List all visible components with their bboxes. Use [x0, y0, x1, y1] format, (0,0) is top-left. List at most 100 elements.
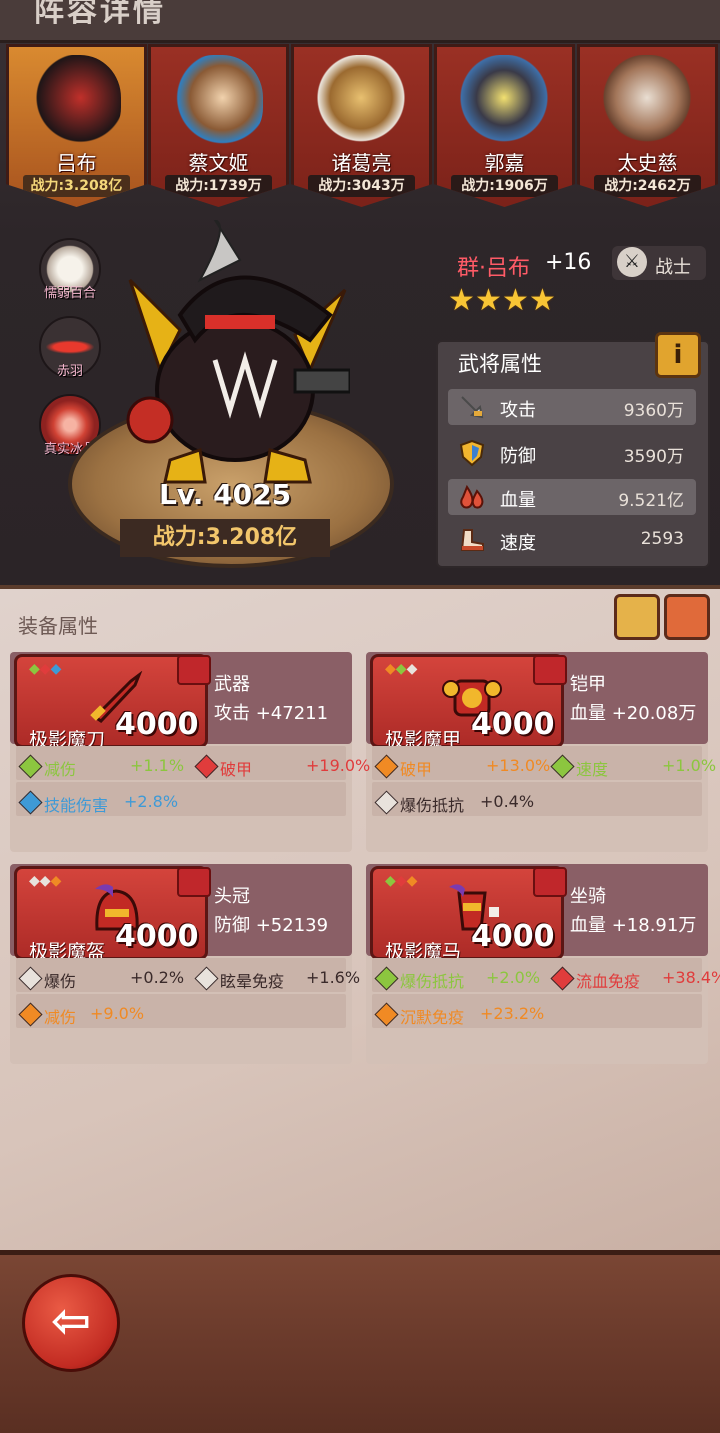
substat-label: 速度: [576, 760, 609, 779]
gem-slots: ◆◆◆: [385, 873, 418, 889]
gem-slots: ◆◆◆: [29, 661, 62, 677]
hero-tab-power: 战力:2462万: [594, 175, 701, 197]
hero-tab-lvbu[interactable]: 吕布 战力:3.208亿: [6, 44, 147, 207]
substat-label: 眩晕免疫: [220, 972, 285, 991]
equipment-level: 4000: [471, 919, 555, 954]
hero-portrait: [173, 55, 263, 150]
substat-value: +19.0%: [306, 756, 371, 775]
hero-tab-zhugeliang[interactable]: 诸葛亮 战力:3043万: [291, 44, 432, 207]
stat-value: 3590万: [623, 447, 684, 467]
stat-name: 血量: [500, 490, 536, 511]
equipment-slot: 武器: [214, 674, 250, 695]
substat-value: +0.2%: [130, 968, 185, 987]
stat-row-speed: 速度 2593: [448, 522, 696, 558]
hero-tab-taishici[interactable]: 太史慈 战力:2462万: [577, 44, 718, 207]
hero-power: 战力:3.208亿: [120, 519, 330, 557]
hero-tab-name: 吕布: [56, 151, 97, 175]
substat-label: 破甲: [220, 760, 253, 779]
hero-tab-name: 郭嘉: [484, 151, 525, 175]
gem-slots: ◆◆◆: [29, 873, 62, 889]
stat-name: 速度: [500, 533, 536, 554]
skill-label: 懦弱百合: [43, 286, 96, 301]
stat-name: 防御: [500, 446, 536, 467]
equipment-main-stat: 攻击 +47211: [214, 703, 329, 724]
substat-value: +2.8%: [124, 792, 179, 811]
hero-tab-power: 战力:1739万: [165, 175, 272, 197]
equipment-main-stat: 血量 +18.91万: [570, 915, 697, 936]
substat-label: 爆伤抵抗: [400, 796, 465, 815]
hero-portrait: [31, 55, 121, 150]
info-button[interactable]: i: [655, 332, 701, 378]
stat-row-attack: 攻击 9360万: [448, 389, 696, 425]
star-icon: ★: [475, 283, 502, 318]
star-icon: ★: [502, 283, 529, 318]
skill-label: 赤羽: [56, 364, 83, 379]
hero-tab-name: 蔡文姬: [188, 151, 249, 175]
boot-icon: [460, 529, 484, 551]
chest-icon: [177, 655, 211, 685]
equipment-tile: ◆◆◆ 极影魔刀 4000: [14, 654, 211, 751]
hero-tab-caiwenji[interactable]: 蔡文姬 战力:1739万: [148, 44, 289, 207]
hero-tab-name: 诸葛亮: [331, 151, 392, 175]
hero-upgrade-level: +16: [545, 250, 592, 275]
equipment-tile: ◆◆◆ 极影魔马 4000: [370, 866, 567, 963]
equipment-title: 装备属性: [18, 614, 98, 638]
stat-row-hp: 血量 9.521亿: [448, 479, 696, 515]
stat-value: 9.521亿: [618, 491, 684, 511]
hero-tab-name: 太史慈: [617, 151, 678, 175]
skill-red-feather[interactable]: 赤羽: [38, 316, 102, 379]
substat-label: 爆伤: [44, 972, 77, 991]
preview-eye-button[interactable]: [664, 594, 710, 640]
star-icon: ★: [448, 283, 475, 318]
hero-model[interactable]: [120, 220, 350, 490]
stat-name: 攻击: [500, 400, 536, 421]
equipment-tile: ◆◆◆ 极影魔盔 4000: [14, 866, 211, 963]
stat-value: 9360万: [623, 401, 684, 421]
gem-slots: ◆◆◆: [385, 661, 418, 677]
shield-icon: [459, 439, 485, 467]
hero-portrait: [602, 55, 692, 150]
substat-value: +1.1%: [130, 756, 185, 775]
hero-portrait: [459, 55, 549, 150]
substat-value: +1.0%: [662, 756, 717, 775]
stats-title: 武将属性: [458, 352, 542, 376]
sword-icon: [461, 396, 484, 419]
equipment-main-stat: 血量 +20.08万: [570, 703, 697, 724]
hero-portrait: [316, 55, 406, 150]
substat-label: 减伤: [44, 1008, 77, 1027]
equipment-tile: ◆◆◆ 极影魔甲 4000: [370, 654, 567, 751]
equipment-slot: 铠甲: [570, 674, 606, 695]
page-title: 阵容详情: [34, 0, 166, 29]
hero-tab-power: 战力:1906万: [451, 175, 558, 197]
substat-label: 流血免疫: [576, 972, 641, 991]
hero-name: 群·吕布: [457, 256, 530, 281]
substat-label: 沉默免疫: [400, 1008, 465, 1027]
substat-value: +9.0%: [90, 1004, 145, 1023]
substat-label: 爆伤抵抗: [400, 972, 465, 991]
equipment-level: 4000: [471, 707, 555, 742]
substat-value: +38.4%: [662, 968, 720, 987]
warrior-icon: ⚔: [617, 247, 647, 277]
back-button[interactable]: ⇦: [22, 1274, 120, 1372]
substat-value: +1.6%: [306, 968, 361, 987]
chest-icon: [533, 655, 567, 685]
hero-tab-guojia[interactable]: 郭嘉 战力:1906万: [434, 44, 575, 207]
equipment-main-stat: 防御 +52139: [214, 915, 329, 936]
skill-cowardly-lily[interactable]: 懦弱百合: [38, 238, 102, 301]
hero-class-label: 战士: [655, 257, 691, 278]
substat-label: 减伤: [44, 760, 77, 779]
substat-label: 破甲: [400, 760, 433, 779]
chest-icon: [177, 867, 211, 897]
star-icon: ★: [529, 283, 556, 318]
chest-icon: [533, 867, 567, 897]
equipment-level: 4000: [115, 707, 199, 742]
appearance-button[interactable]: [614, 594, 660, 640]
substat-value: +0.4%: [480, 792, 535, 811]
equipment-level: 4000: [115, 919, 199, 954]
substat-value: +2.0%: [486, 968, 541, 987]
hero-tab-power: 战力:3043万: [308, 175, 415, 197]
substat-value: +23.2%: [480, 1004, 545, 1023]
equipment-slot: 头冠: [214, 886, 250, 907]
stat-row-defense: 防御 3590万: [448, 435, 696, 471]
stat-value: 2593: [640, 529, 684, 549]
